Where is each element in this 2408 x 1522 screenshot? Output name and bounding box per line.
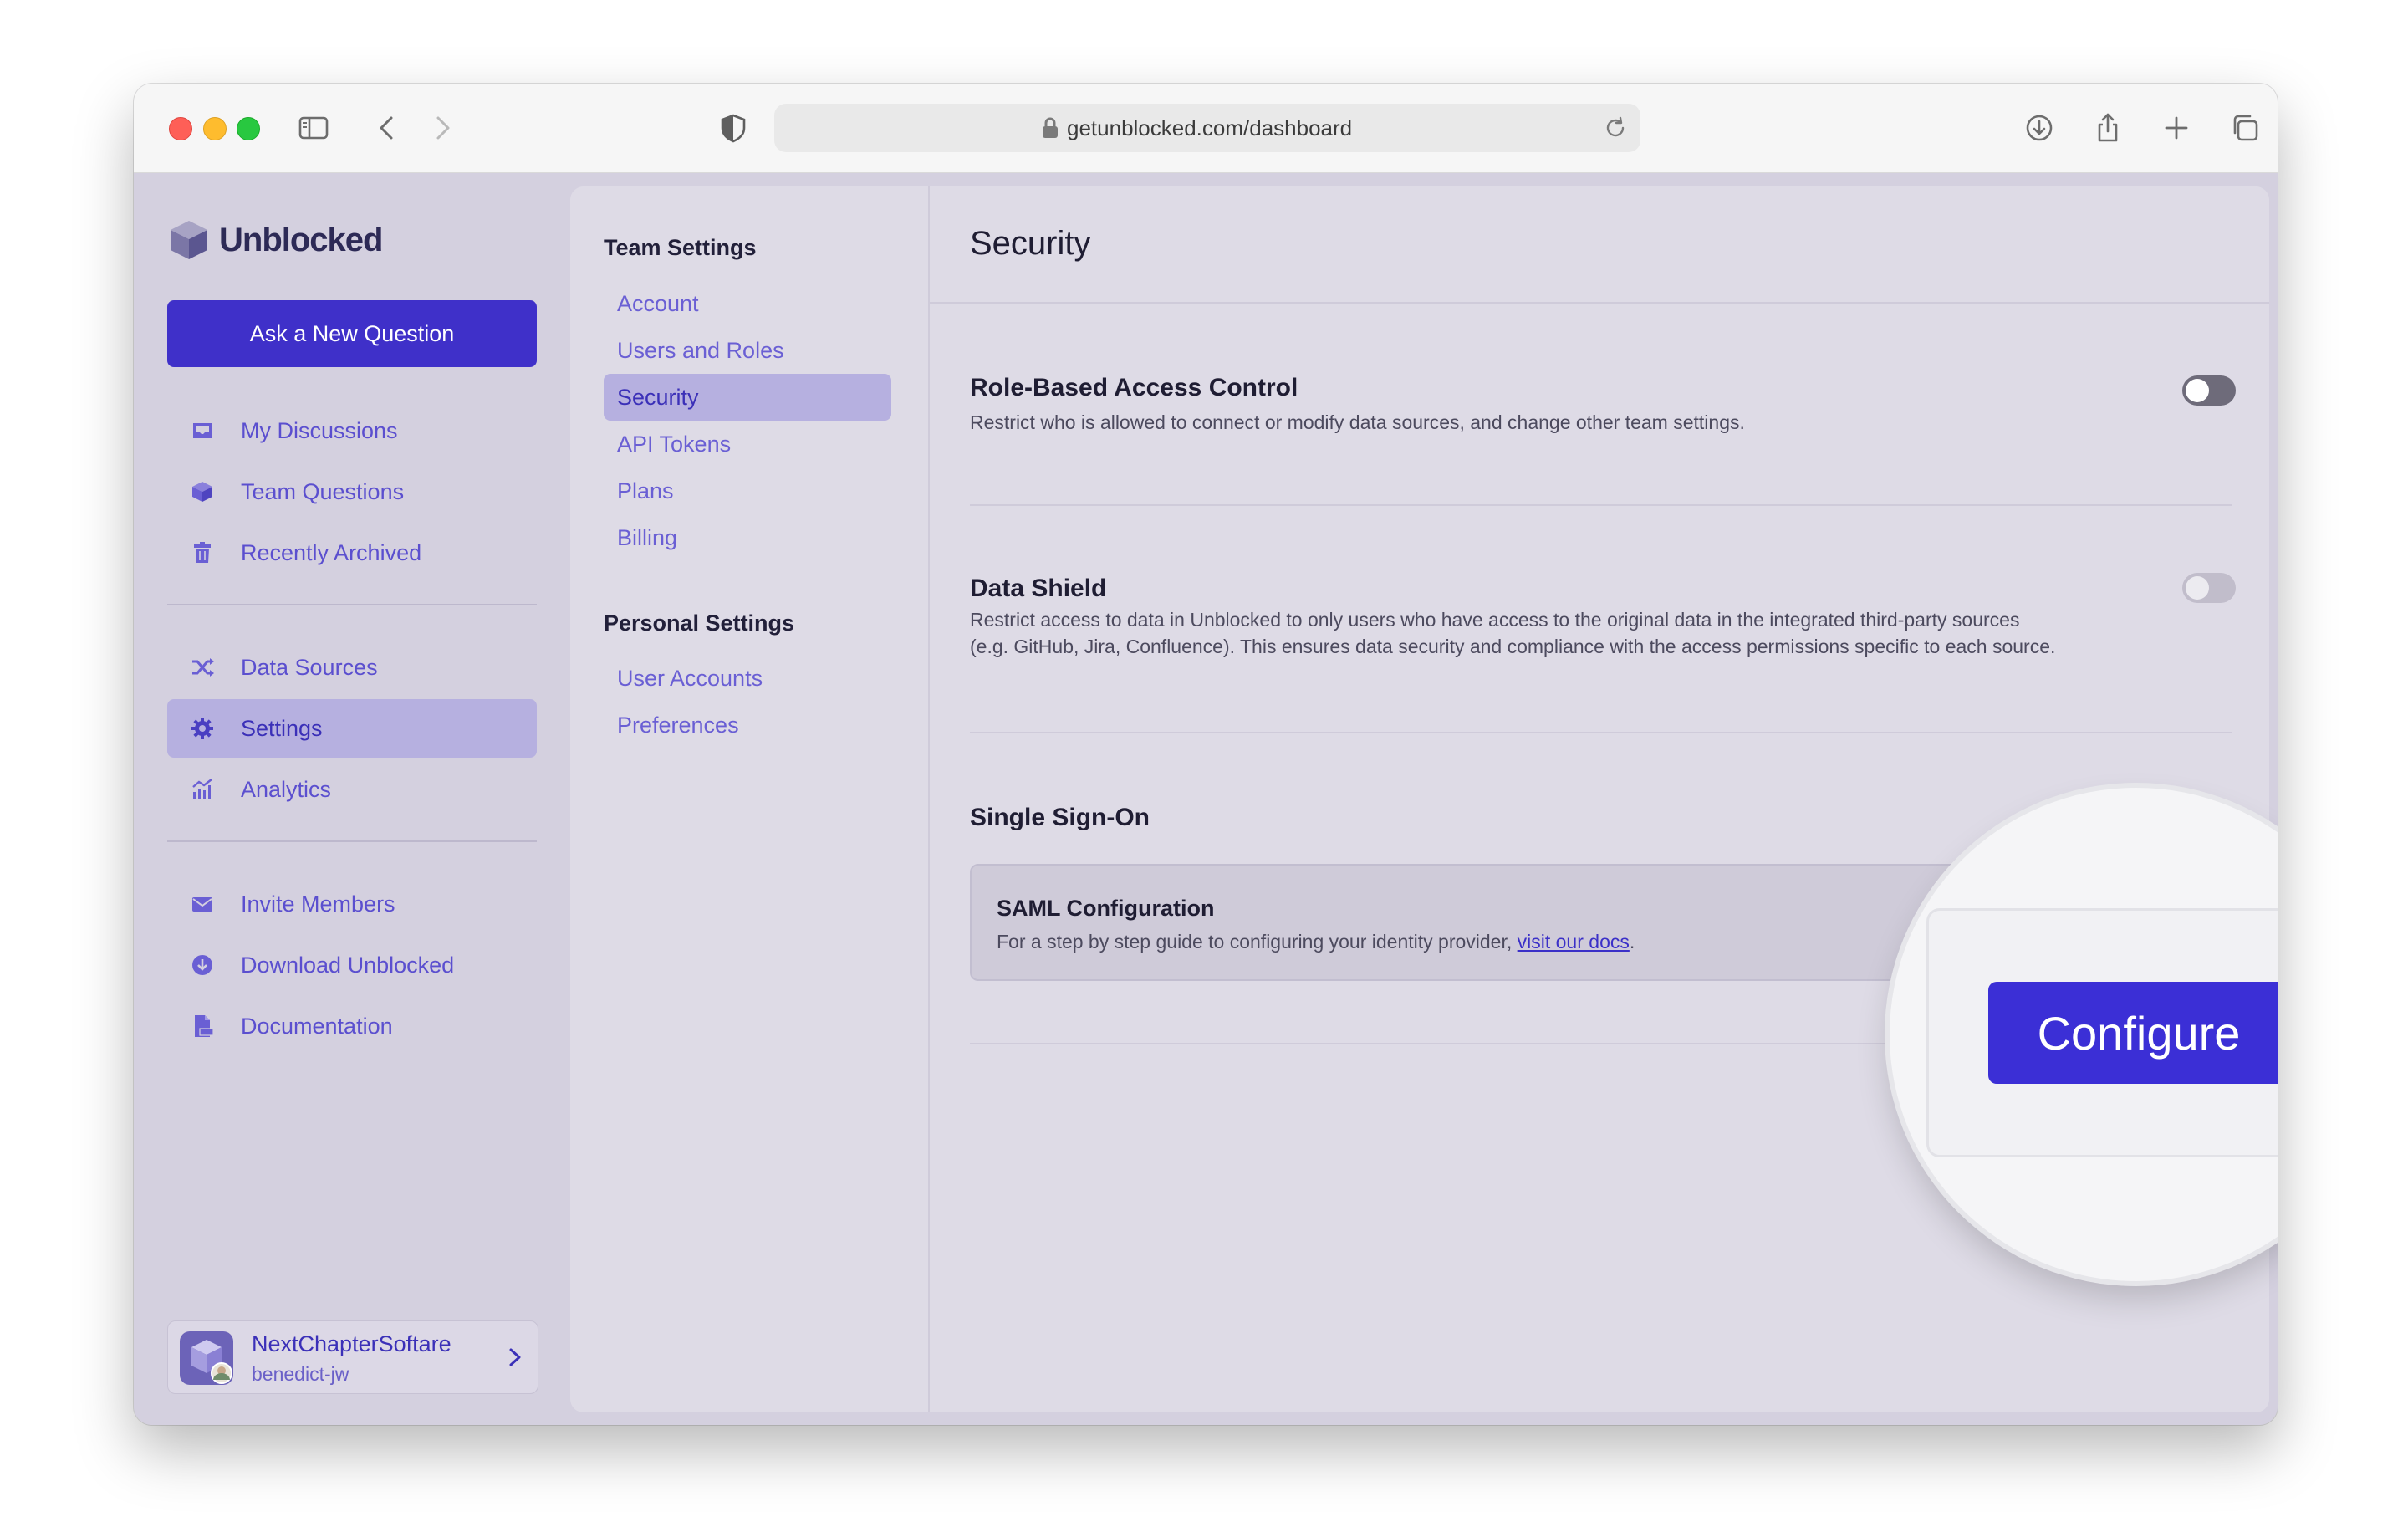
nav-label: Analytics xyxy=(241,776,332,802)
privacy-shield-icon[interactable] xyxy=(714,109,752,147)
minimize-window-button[interactable] xyxy=(203,117,227,140)
browser-window: getunblocked.com/dashboard Unblocked Ask xyxy=(134,84,2278,1425)
configure-button[interactable]: Configure xyxy=(1988,982,2278,1084)
toggle-knob xyxy=(2186,379,2209,402)
subnav-users-and-roles[interactable]: Users and Roles xyxy=(604,327,891,374)
chevron-right-icon xyxy=(509,1348,521,1366)
download-icon xyxy=(189,952,216,978)
user-name: benedict-jw xyxy=(252,1363,349,1385)
subnav-label: Security xyxy=(617,384,699,410)
nav-download-unblocked[interactable]: Download Unblocked xyxy=(167,936,537,994)
subnav-label: Billing xyxy=(617,524,678,550)
subnav-user-accounts[interactable]: User Accounts xyxy=(604,655,891,702)
title-divider xyxy=(930,302,2269,304)
nav-label: Download Unblocked xyxy=(241,952,455,978)
nav-invite-members[interactable]: Invite Members xyxy=(167,875,537,933)
sidebar-divider xyxy=(167,604,537,605)
nav-label: Team Questions xyxy=(241,478,405,504)
shuffle-icon xyxy=(189,654,216,681)
sidebar-divider xyxy=(167,840,537,842)
data-shield-description: Restrict access to data in Unblocked to … xyxy=(970,606,2140,660)
saml-desc-text: For a step by step guide to configuring … xyxy=(997,931,1518,953)
app-area: Unblocked Ask a New Question My Discussi… xyxy=(134,173,2278,1425)
subnav-label: API Tokens xyxy=(617,431,732,457)
toggle-knob xyxy=(2186,576,2209,600)
sso-title: Single Sign-On xyxy=(970,804,1150,831)
data-shield-toggle[interactable] xyxy=(2182,573,2236,603)
lock-icon xyxy=(1043,117,1058,138)
team-avatar xyxy=(180,1331,233,1385)
subnav-label: Users and Roles xyxy=(617,337,784,363)
ask-new-question-button[interactable]: Ask a New Question xyxy=(167,300,537,367)
back-icon[interactable] xyxy=(368,109,406,147)
nav-documentation[interactable]: Documentation xyxy=(167,997,537,1055)
tab-overview-icon[interactable] xyxy=(2226,109,2264,147)
subnav-api-tokens[interactable]: API Tokens xyxy=(604,421,891,467)
rbac-description: Restrict who is allowed to connect or mo… xyxy=(970,411,1745,433)
section-divider xyxy=(970,504,2232,506)
nav-label: Documentation xyxy=(241,1013,393,1039)
section-divider xyxy=(970,732,2232,733)
brand-logo[interactable]: Unblocked xyxy=(167,215,383,265)
saml-description: For a step by step guide to configuring … xyxy=(997,931,1635,953)
downloads-icon[interactable] xyxy=(2020,109,2059,147)
subnav-label: User Accounts xyxy=(617,665,763,691)
rbac-toggle[interactable] xyxy=(2182,375,2236,406)
saml-title: SAML Configuration xyxy=(997,896,1215,921)
nav-settings[interactable]: Settings xyxy=(167,699,537,758)
nav-recently-archived[interactable]: Recently Archived xyxy=(167,524,537,582)
subnav-label: Account xyxy=(617,290,699,316)
subnav-plans[interactable]: Plans xyxy=(604,467,891,514)
cube-icon xyxy=(189,478,216,505)
subnav-label: Plans xyxy=(617,478,674,503)
gear-icon xyxy=(189,715,216,742)
team-name: NextChapterSoftare xyxy=(252,1331,452,1356)
nav-label: My Discussions xyxy=(241,417,398,443)
address-bar[interactable]: getunblocked.com/dashboard xyxy=(774,104,1640,152)
subnav-label: Preferences xyxy=(617,712,739,738)
reload-icon[interactable] xyxy=(1602,115,1629,141)
unblocked-logo-icon xyxy=(171,221,207,259)
team-settings-heading: Team Settings xyxy=(604,235,757,260)
brand-name: Unblocked xyxy=(219,221,383,258)
rbac-title: Role-Based Access Control xyxy=(970,374,1298,401)
nav-data-sources[interactable]: Data Sources xyxy=(167,638,537,697)
share-icon[interactable] xyxy=(2089,109,2127,147)
saml-desc-end: . xyxy=(1629,931,1635,953)
page-title: Security xyxy=(970,225,1091,262)
subnav-account[interactable]: Account xyxy=(604,280,891,327)
nav-team-questions[interactable]: Team Questions xyxy=(167,462,537,521)
forward-icon[interactable] xyxy=(423,109,462,147)
personal-settings-heading: Personal Settings xyxy=(604,610,795,636)
subnav-preferences[interactable]: Preferences xyxy=(604,702,891,748)
url-text: getunblocked.com/dashboard xyxy=(1067,115,1353,140)
envelope-icon xyxy=(189,891,216,917)
data-shield-description-line: (e.g. GitHub, Jira, Confluence). This en… xyxy=(970,636,2056,657)
new-tab-icon[interactable] xyxy=(2157,109,2196,147)
doc-icon xyxy=(189,1013,216,1039)
settings-subnav: Team Settings Account Users and Roles Se… xyxy=(570,186,930,1412)
nav-analytics[interactable]: Analytics xyxy=(167,760,537,819)
data-shield-description-line: Restrict access to data in Unblocked to … xyxy=(970,609,2020,631)
analytics-icon xyxy=(189,776,216,803)
subnav-security[interactable]: Security xyxy=(604,374,891,421)
sidebar-toggle-icon[interactable] xyxy=(294,109,333,147)
nav-label: Invite Members xyxy=(241,891,395,917)
subnav-billing[interactable]: Billing xyxy=(604,514,891,561)
nav-label: Settings xyxy=(241,715,323,741)
browser-toolbar: getunblocked.com/dashboard xyxy=(134,84,2278,173)
nav-label: Data Sources xyxy=(241,654,378,680)
nav-my-discussions[interactable]: My Discussions xyxy=(167,401,537,460)
account-switcher[interactable]: NextChapterSoftare benedict-jw xyxy=(167,1320,538,1394)
trash-icon xyxy=(189,539,216,566)
visit-docs-link[interactable]: visit our docs xyxy=(1518,931,1630,953)
inbox-icon xyxy=(189,417,216,444)
data-shield-title: Data Shield xyxy=(970,575,1107,602)
nav-label: Recently Archived xyxy=(241,539,422,565)
zoom-window-button[interactable] xyxy=(237,117,260,140)
close-window-button[interactable] xyxy=(169,117,192,140)
